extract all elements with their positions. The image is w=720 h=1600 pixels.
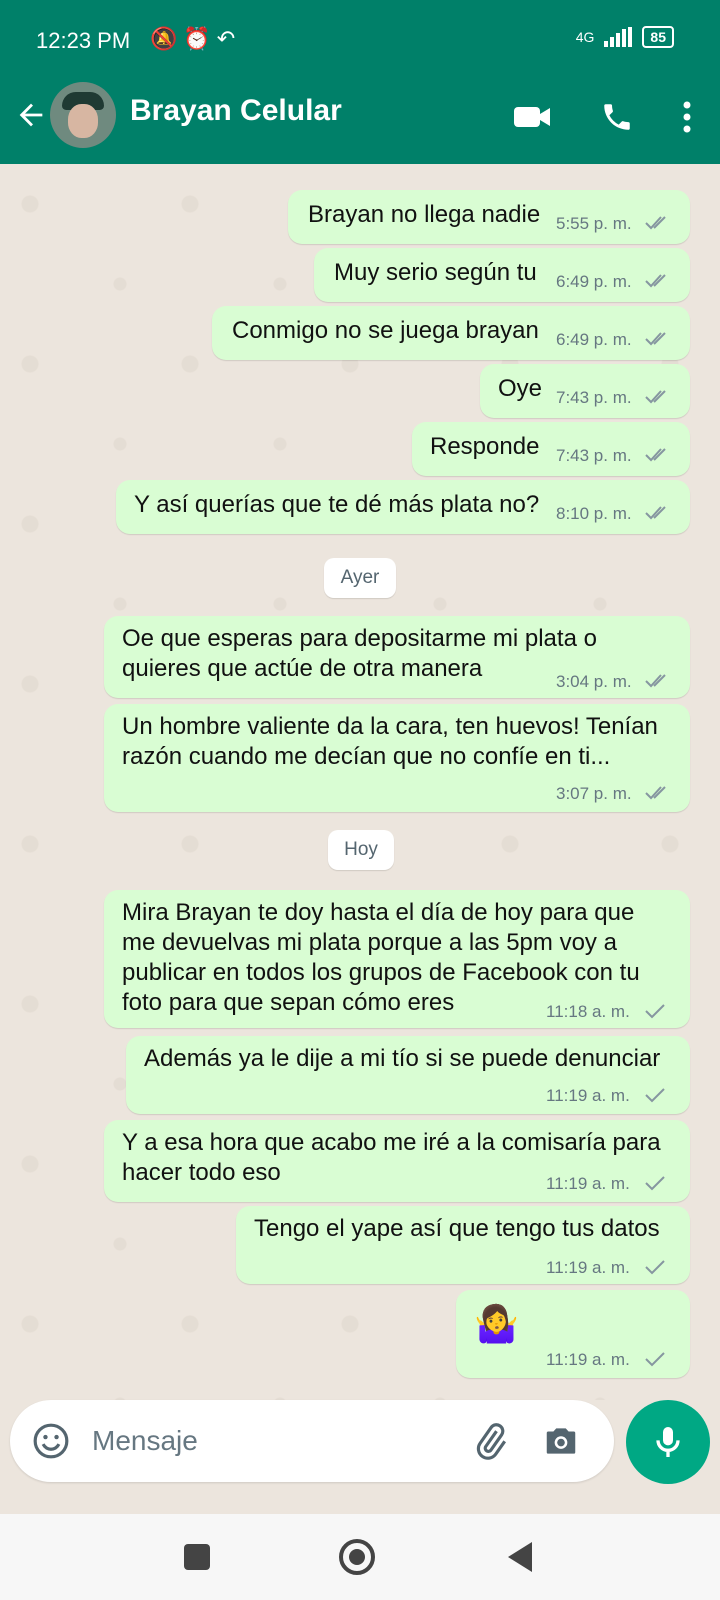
message-time: 6:49 p. m. <box>556 330 632 349</box>
message-time: 3:04 p. m. <box>556 672 632 691</box>
chat-header: Brayan Celular <box>0 80 720 164</box>
avatar[interactable] <box>50 82 116 148</box>
camera-icon[interactable] <box>542 1422 580 1465</box>
message-text: Un hombre valiente da la cara, ten huevo… <box>122 713 658 770</box>
single-check-icon <box>645 1260 665 1275</box>
message-bubble[interactable]: Muy serio según tu 6:49 p. m. <box>314 248 690 302</box>
system-nav-bar <box>0 1514 720 1600</box>
contact-name[interactable]: Brayan Celular <box>130 94 342 128</box>
status-right: 4G 85 <box>576 26 674 48</box>
single-check-icon <box>645 1352 665 1367</box>
double-check-icon <box>645 274 666 288</box>
message-time: 11:19 a. m. <box>546 1350 630 1369</box>
message-input[interactable] <box>90 1418 444 1464</box>
double-check-icon <box>645 216 666 230</box>
double-check-icon <box>645 506 666 520</box>
single-check-icon <box>645 1004 665 1019</box>
message-text: Oye <box>498 375 543 402</box>
message-bubble[interactable]: Oe que esperas para depositarme mi plata… <box>104 616 690 698</box>
message-emoji: 🤷‍♀️ <box>474 1303 519 1344</box>
message-time: 6:49 p. m. <box>556 272 632 291</box>
message-time: 11:19 a. m. <box>546 1258 630 1277</box>
message-bubble[interactable]: 🤷‍♀️ 11:19 a. m. <box>456 1290 690 1378</box>
message-time: 11:18 a. m. <box>546 1002 630 1021</box>
status-bar: 12:23 PM 🔕⏰↶ 4G 85 <box>0 0 720 80</box>
message-text: Y así querías que te dé más plata no? <box>134 491 540 518</box>
attach-icon[interactable] <box>472 1422 510 1465</box>
message-time: 7:43 p. m. <box>556 388 632 407</box>
more-options-icon[interactable] <box>682 100 692 139</box>
date-separator: Ayer <box>324 558 396 598</box>
message-text: Muy serio según tu <box>334 259 537 286</box>
back-arrow-icon[interactable] <box>14 98 48 137</box>
battery-icon: 85 <box>642 26 674 48</box>
message-time: 7:43 p. m. <box>556 446 632 465</box>
message-time: 11:19 a. m. <box>546 1086 630 1105</box>
message-bubble[interactable]: Responde 7:43 p. m. <box>412 422 690 476</box>
message-bubble[interactable]: Tengo el yape así que tengo tus datos 11… <box>236 1206 690 1284</box>
message-bubble[interactable]: Conmigo no se juega brayan 6:49 p. m. <box>212 306 690 360</box>
double-check-icon <box>645 390 666 404</box>
message-time: 8:10 p. m. <box>556 504 632 523</box>
message-bubble[interactable]: Brayan no llega nadie 5:55 p. m. <box>288 190 690 244</box>
message-bubble[interactable]: Mira Brayan te doy hasta el día de hoy p… <box>104 890 690 1028</box>
message-time: 11:19 a. m. <box>546 1174 630 1193</box>
message-text: Conmigo no se juega brayan <box>232 317 539 344</box>
mic-button[interactable] <box>626 1400 710 1484</box>
network-type: 4G <box>575 29 595 45</box>
message-text: Además ya le dije a mi tío si se puede d… <box>144 1045 661 1072</box>
message-time: 3:07 p. m. <box>556 784 632 803</box>
back-button[interactable] <box>504 1540 534 1579</box>
message-bubble[interactable]: Y a esa hora que acabo me iré a la comis… <box>104 1120 690 1202</box>
video-call-icon[interactable] <box>512 103 552 136</box>
message-bubble[interactable]: Y así querías que te dé más plata no? 8:… <box>116 480 690 534</box>
message-bubble[interactable]: Un hombre valiente da la cara, ten huevo… <box>104 704 690 812</box>
message-composer <box>10 1400 614 1482</box>
chat-messages[interactable]: Brayan no llega nadie 5:55 p. m. Muy ser… <box>0 164 720 1400</box>
double-check-icon <box>645 332 666 346</box>
home-button[interactable] <box>338 1538 376 1581</box>
single-check-icon <box>645 1088 665 1103</box>
message-text: Responde <box>430 433 540 460</box>
message-time: 5:55 p. m. <box>556 214 632 233</box>
message-text: Brayan no llega nadie <box>308 201 541 228</box>
message-text: Tengo el yape así que tengo tus datos <box>254 1215 660 1242</box>
date-separator: Hoy <box>328 830 394 870</box>
emoji-icon[interactable] <box>32 1422 70 1465</box>
message-bubble[interactable]: Oye 7:43 p. m. <box>480 364 690 418</box>
header-actions <box>512 100 692 139</box>
status-time: 12:23 PM <box>36 28 131 53</box>
mic-icon <box>656 1427 680 1457</box>
double-check-icon <box>645 674 666 688</box>
message-text: Mira Brayan te doy hasta el día de hoy p… <box>122 899 640 1016</box>
double-check-icon <box>645 786 666 800</box>
double-check-icon <box>645 448 666 462</box>
signal-icon <box>604 27 633 47</box>
status-notification-icons: 🔕⏰↶ <box>150 26 242 51</box>
phone-icon[interactable] <box>600 100 634 139</box>
single-check-icon <box>645 1176 665 1191</box>
recent-apps-button[interactable] <box>182 1542 212 1577</box>
message-bubble[interactable]: Además ya le dije a mi tío si se puede d… <box>126 1036 690 1114</box>
